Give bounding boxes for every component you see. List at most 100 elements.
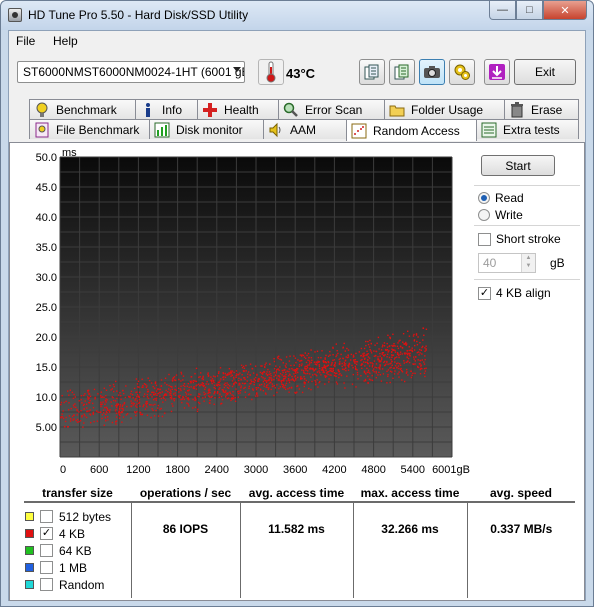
close-button[interactable]: ✕ [543,1,587,20]
tab-info[interactable]: Info [135,99,198,119]
checkbox[interactable] [40,544,53,557]
tab-error-scan[interactable]: Error Scan [278,99,385,119]
data-point [322,371,324,373]
health-icon [202,102,218,118]
data-point [309,362,311,364]
data-point [404,343,406,345]
data-point [328,381,330,383]
align-checkbox[interactable]: ✓ 4 KB align [478,286,551,300]
data-point [364,358,366,360]
title-bar[interactable]: HD Tune Pro 5.50 - Hard Disk/SSD Utility… [1,1,593,30]
data-point [265,381,268,383]
data-point [329,350,331,353]
tab-folder-usage[interactable]: Folder Usage [384,99,505,119]
data-point [216,392,218,394]
data-point [277,357,279,360]
data-point [265,362,267,364]
data-point [150,404,152,406]
data-point [260,376,263,378]
data-point [281,374,283,376]
maximize-button[interactable]: □ [516,1,543,20]
stroke-size-input[interactable]: 40 ▲ ▼ [478,253,536,273]
read-radio[interactable]: Read [478,191,524,205]
tab-disk-monitor[interactable]: Disk monitor [149,119,264,139]
tab-aam[interactable]: AAM [263,119,347,139]
checkbox[interactable] [40,510,53,523]
data-point [128,395,130,398]
write-radio[interactable]: Write [478,208,523,222]
data-point [318,370,320,372]
data-point [132,397,134,399]
size-64kb[interactable]: 64 KB [24,542,131,559]
data-point [394,357,396,359]
checkbox[interactable] [40,561,53,574]
data-point [375,350,377,353]
tab-extra-tests[interactable]: Extra tests [476,119,579,139]
save-button[interactable] [484,59,510,85]
data-point [238,377,240,379]
tab-benchmark[interactable]: Benchmark [29,99,136,119]
temperature-button[interactable] [258,59,284,85]
size-4kb[interactable]: ✓ 4 KB [24,525,131,542]
short-stroke-checkbox[interactable]: Short stroke [478,232,561,246]
start-button[interactable]: Start [481,155,555,176]
data-point [354,359,357,361]
data-point [301,359,303,362]
tab-erase[interactable]: Erase [504,99,579,119]
data-point [332,367,335,370]
data-point [393,343,395,345]
exit-button[interactable]: Exit [514,59,576,85]
data-point [157,388,159,390]
data-point [78,421,80,423]
tab-random-access[interactable]: Random Access [346,119,477,141]
checkmark-icon[interactable]: ✓ [40,527,53,540]
menu-help[interactable]: Help [53,34,78,48]
copy-text-button[interactable] [359,59,385,85]
data-point [271,378,273,380]
tab-strip: Benchmark Info Health Error Scan Folder … [9,99,585,143]
data-point [300,355,303,357]
checkbox[interactable] [40,578,53,591]
data-point [419,352,421,354]
menu-file[interactable]: File [16,34,35,48]
data-point [193,386,195,388]
data-point [110,389,112,391]
data-point [295,367,298,370]
data-point [287,378,290,380]
size-1mb[interactable]: 1 MB [24,559,131,576]
erase-icon [509,101,525,118]
data-point [268,373,270,375]
data-point [151,396,153,398]
data-point [86,410,89,412]
data-point [365,354,367,356]
data-point [204,388,206,390]
data-point [235,376,237,378]
data-point [315,381,317,383]
data-point [203,400,205,402]
data-point [65,400,67,402]
legend-swatch-cyan [25,580,34,589]
spin-arrows-icon[interactable]: ▲ ▼ [521,254,535,272]
data-point [265,373,268,375]
drive-select[interactable]: ST6000NMST6000NM0024-1HT (6001 gB) [17,61,245,83]
data-point [237,391,239,393]
minimize-button[interactable]: — [489,1,516,20]
tab-file-benchmark[interactable]: File Benchmark [29,119,150,139]
options-button[interactable] [449,59,475,85]
data-point [338,370,340,373]
data-point [182,375,185,377]
data-point [419,360,422,362]
copy-all-button[interactable] [389,59,415,85]
data-point [83,403,85,406]
data-point [196,410,199,412]
size-512-bytes[interactable]: 512 bytes [24,508,131,525]
app-icon[interactable] [8,8,22,22]
size-random[interactable]: Random [24,576,131,593]
data-point [96,420,99,422]
data-point [145,404,148,406]
data-point [352,367,354,369]
data-point [244,396,247,398]
screenshot-button[interactable] [419,59,445,85]
tab-health[interactable]: Health [197,99,279,119]
data-point [419,363,421,365]
